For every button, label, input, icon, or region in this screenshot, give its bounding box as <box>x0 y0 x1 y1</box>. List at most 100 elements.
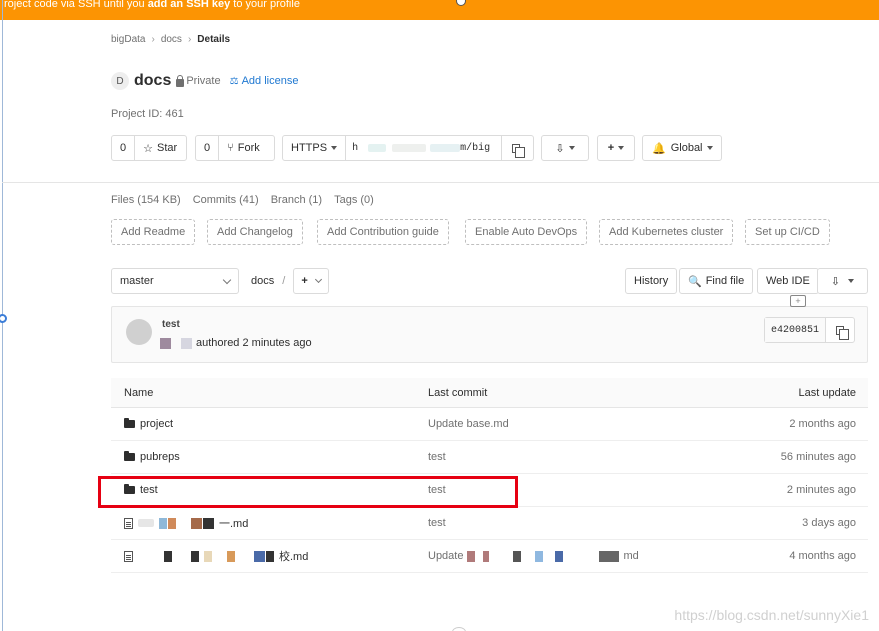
setup-ci-cd-button[interactable]: Set up CI/CD <box>745 219 830 245</box>
protocol-dropdown[interactable]: HTTPS <box>283 136 347 160</box>
file-name[interactable]: 校.md <box>279 548 308 564</box>
annotation-highlight-box <box>98 476 518 508</box>
copy-url-button[interactable] <box>502 143 530 158</box>
find-file-button[interactable]: 🔍 Find file <box>679 268 754 294</box>
redacted-text <box>266 550 274 562</box>
project-stats: Files (154 KB) Commits (41) Branch (1) T… <box>111 194 374 206</box>
table-row[interactable]: project Update base.md 2 months ago <box>111 408 868 441</box>
redacted-text <box>138 519 154 527</box>
file-path: docs / + <box>251 268 329 294</box>
add-contribution-guide-button[interactable]: Add Contribution guide <box>317 219 449 245</box>
redacted-text <box>599 550 620 562</box>
download-dropdown[interactable]: ⇩ <box>541 135 589 161</box>
redacted-avatar <box>160 337 171 349</box>
add-ssh-key-link[interactable]: add an SSH key <box>148 0 231 10</box>
enable-auto-devops-button[interactable]: Enable Auto DevOps <box>465 219 588 245</box>
branch-select[interactable]: master <box>111 268 239 294</box>
add-license-link[interactable]: ⚖ Add license <box>230 75 299 87</box>
stat-tags[interactable]: Tags (0) <box>334 194 374 206</box>
visibility-badge: Private <box>176 74 221 87</box>
redacted-text <box>467 550 476 562</box>
caret-down-icon <box>706 146 713 150</box>
breadcrumb-project[interactable]: docs <box>161 34 182 45</box>
chevron-right-icon: › <box>187 34 192 45</box>
commit-sha-group: e4200851 <box>763 317 855 343</box>
fork-button-group: 0 ⑂ Fork <box>195 135 275 161</box>
copy-sha-button[interactable] <box>826 318 854 342</box>
header-last-update: Last update <box>798 386 857 399</box>
add-license-label: Add license <box>241 75 299 87</box>
redacted-text <box>535 550 544 562</box>
plus-icon: + <box>607 142 615 154</box>
project-avatar: D <box>111 72 129 90</box>
tree-controls: master docs / + History 🔍 Find file Web … <box>111 268 868 294</box>
search-icon: 🔍 <box>688 275 702 288</box>
project-id: Project ID: 461 <box>111 108 184 120</box>
ssh-warning-banner: roject code via SSH until you add an SSH… <box>0 0 879 20</box>
protocol-label: HTTPS <box>291 142 328 154</box>
table-row[interactable]: 一.md test 3 days ago <box>111 507 868 540</box>
row-name-cell: project <box>111 418 428 430</box>
fork-count[interactable]: 0 <box>196 136 220 160</box>
notification-label: Global <box>670 142 703 154</box>
redacted-text <box>513 550 522 562</box>
history-button[interactable]: History <box>625 268 678 294</box>
file-name[interactable]: 一.md <box>219 515 248 531</box>
breadcrumb-current[interactable]: Details <box>197 34 230 45</box>
fork-button[interactable]: ⑂ Fork <box>219 136 268 160</box>
avatar <box>126 319 152 345</box>
row-commit[interactable]: test <box>428 451 728 463</box>
file-name[interactable]: project <box>140 418 173 430</box>
commit-title[interactable]: test <box>162 319 180 330</box>
redacted-text <box>203 517 214 529</box>
caret-down-icon <box>568 146 575 150</box>
row-commit[interactable]: test <box>428 517 728 529</box>
file-name[interactable]: pubreps <box>140 451 180 463</box>
notification-dropdown[interactable]: 🔔 Global <box>642 135 722 161</box>
clone-url-end: m/big <box>460 142 491 154</box>
row-commit-suffix: md <box>623 550 639 562</box>
row-commit: Update <box>428 550 464 562</box>
caret-down-icon <box>331 146 338 150</box>
redacted-text <box>430 144 461 152</box>
visibility-label: Private <box>186 75 221 87</box>
stat-commits[interactable]: Commits (41) <box>193 194 259 206</box>
caret-down-icon <box>618 146 625 150</box>
row-updated: 56 minutes ago <box>780 451 856 463</box>
path-root[interactable]: docs <box>251 275 274 287</box>
add-readme-button[interactable]: Add Readme <box>111 219 196 245</box>
commit-meta: authored 2 minutes ago <box>160 337 312 349</box>
lock-icon <box>176 74 185 87</box>
breadcrumb-group[interactable]: bigData <box>111 34 145 45</box>
row-commit-cell[interactable]: Update md <box>428 550 728 562</box>
star-button[interactable]: ☆ Star <box>135 136 185 160</box>
clone-url-start: h <box>352 142 359 154</box>
web-ide-button[interactable]: Web IDE <box>757 268 819 294</box>
selection-handle-left <box>0 314 7 323</box>
table-row[interactable]: 校.md Update md 4 months ago <box>111 540 868 573</box>
star-icon: ☆ <box>143 142 153 155</box>
redacted-text <box>368 144 387 152</box>
commit-authored-text: authored 2 minutes ago <box>196 337 312 349</box>
redacted-text <box>392 144 427 152</box>
star-count[interactable]: 0 <box>112 136 136 160</box>
header-last-commit: Last commit <box>428 386 488 399</box>
redacted-text <box>164 550 172 562</box>
redacted-author <box>181 337 192 349</box>
download-dropdown-tree[interactable]: ⇩ <box>817 268 868 294</box>
stat-files[interactable]: Files (154 KB) <box>111 194 181 206</box>
row-updated: 3 days ago <box>802 517 856 529</box>
table-row[interactable]: pubreps test 56 minutes ago <box>111 441 868 474</box>
add-to-tree-dropdown[interactable]: + <box>293 268 329 294</box>
add-changelog-button[interactable]: Add Changelog <box>207 219 303 245</box>
bell-icon: 🔔 <box>652 142 666 155</box>
add-kubernetes-cluster-button[interactable]: Add Kubernetes cluster <box>599 219 734 245</box>
comment-icon[interactable]: + <box>790 295 806 307</box>
commit-sha[interactable]: e4200851 <box>764 318 826 342</box>
find-file-label: Find file <box>705 275 745 287</box>
selection-handle-bottom <box>452 627 466 631</box>
row-commit[interactable]: Update base.md <box>428 418 728 430</box>
stat-branch[interactable]: Branch (1) <box>271 194 322 206</box>
clone-url-input[interactable]: h m/big <box>346 136 503 160</box>
new-item-dropdown[interactable]: + <box>597 135 635 161</box>
